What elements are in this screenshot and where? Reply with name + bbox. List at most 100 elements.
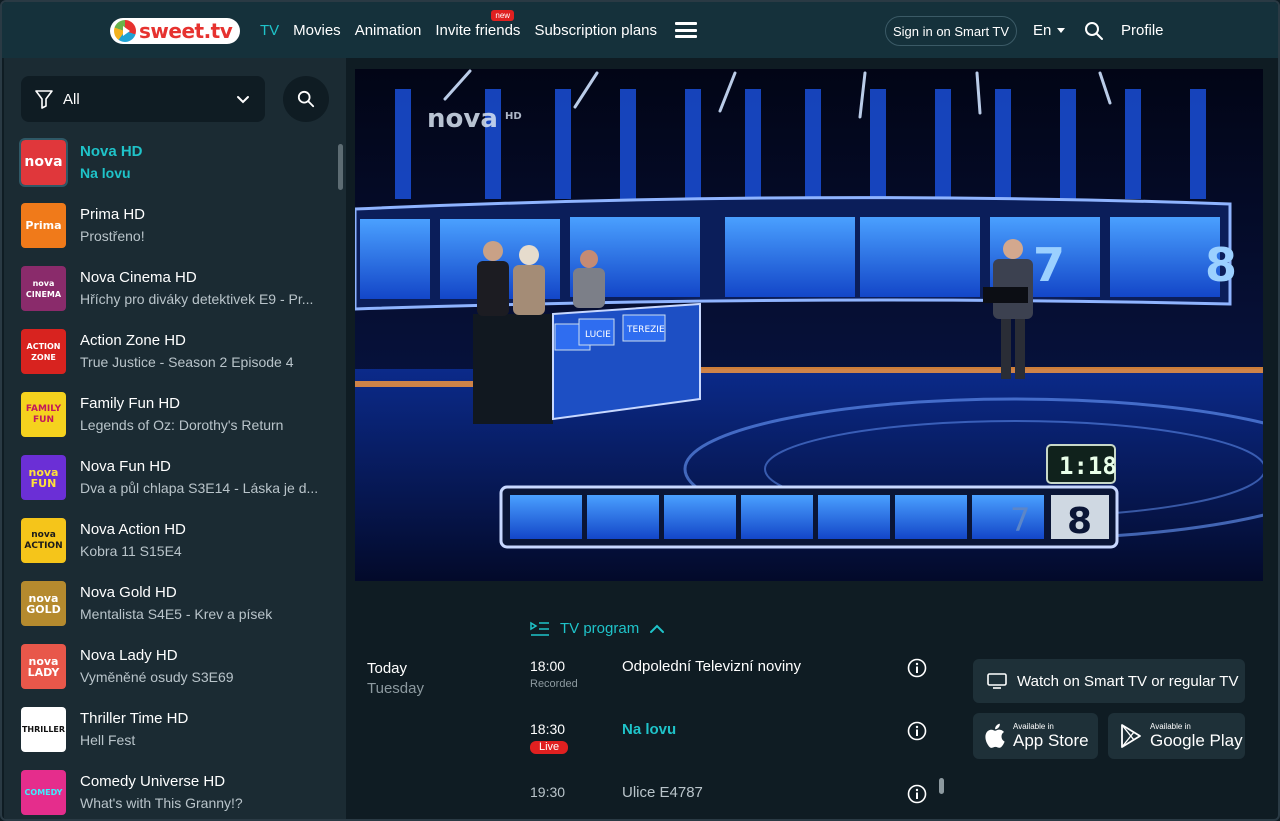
program-row-live[interactable]: 18:30 Live Na lovu [530, 721, 930, 761]
channel-logo-text: ACTION ZONE [26, 341, 61, 362]
channel-item[interactable]: nova CINEMA Nova Cinema HD Hříchy pro di… [4, 262, 346, 325]
language-label: En [1033, 22, 1052, 39]
video-player[interactable]: nova HD 7 8 LUCIE TEREZIE 1:18 7 8 [355, 69, 1263, 581]
channel-name: Prima HD [80, 206, 146, 223]
channel-logo-text: THRILLER [21, 725, 66, 734]
channel-current-show: Hell Fest [80, 732, 136, 748]
nav-animation[interactable]: Animation [355, 22, 422, 39]
search-icon [297, 90, 315, 108]
channel-logo: THRILLER [21, 707, 66, 752]
channel-logo: ACTION ZONE [21, 329, 66, 374]
apple-icon [985, 723, 1005, 748]
channel-logo: nova LADY [21, 644, 66, 689]
channel-logo: nova FUN [21, 455, 66, 500]
day-label: Today [367, 660, 408, 677]
watch-on-smart-tv-button[interactable]: Watch on Smart TV or regular TV [973, 659, 1245, 703]
bar-score-7: 7 [1010, 501, 1030, 539]
program-scrollbar[interactable] [939, 778, 944, 794]
channel-logo-text: COMEDY [24, 788, 63, 797]
channel-name: Nova Fun HD [80, 458, 171, 475]
logo-text: sweet.tv [139, 19, 233, 43]
channel-logo: nova GOLD [21, 581, 66, 626]
sign-in-smart-tv-button[interactable]: Sign in on Smart TV [885, 16, 1017, 46]
channel-logo: nova CINEMA [21, 266, 66, 311]
channel-sidebar: All nova Nova HD Na lovu Prima Prima HD … [4, 58, 346, 819]
weekday-label: Tuesday [367, 680, 424, 697]
app-store-label: App Store [1013, 731, 1089, 750]
channel-logo-text: nova GOLD [26, 591, 61, 616]
channel-name: Nova Action HD [80, 521, 186, 538]
channel-search-button[interactable] [283, 76, 329, 122]
channel-item[interactable]: nova Nova HD Na lovu [4, 136, 346, 199]
nav-tv[interactable]: TV [260, 22, 279, 39]
channel-logo-text: nova FUN [28, 465, 59, 490]
program-time: 19:30 [530, 784, 566, 800]
channel-item[interactable]: FAMILY FUN Family Fun HD Legends of Oz: … [4, 388, 346, 451]
channel-current-show: Vyměněné osudy S3E69 [80, 669, 234, 685]
channel-item[interactable]: ACTION ZONE Action Zone HD True Justice … [4, 325, 346, 388]
channel-filter-dropdown[interactable]: All [21, 76, 265, 122]
sweet-tv-logo[interactable]: sweet.tv [110, 18, 240, 44]
menu-icon[interactable] [675, 22, 698, 38]
sidebar-scrollbar[interactable] [338, 144, 343, 190]
channel-logo-text: Prima [25, 219, 62, 232]
program-title: Ulice E4787 [622, 784, 703, 801]
channel-name: Nova Cinema HD [80, 269, 197, 286]
channel-name: Action Zone HD [80, 332, 186, 349]
filter-label: All [63, 90, 80, 108]
channel-current-show: Kobra 11 S15E4 [80, 543, 182, 559]
google-play-button[interactable]: Available in Google Play [1108, 713, 1245, 759]
channel-current-show: Dva a půl chlapa S3E14 - Láska je d... [80, 480, 319, 496]
channel-item[interactable]: COMEDY Comedy Universe HD What's with Th… [4, 766, 346, 819]
channel-item[interactable]: Prima Prima HD Prostřeno! [4, 199, 346, 262]
channel-item[interactable]: nova LADY Nova Lady HD Vyměněné osudy S3… [4, 640, 346, 703]
timer-readout: 1:18 [1059, 452, 1117, 480]
program-title: Odpolední Televizní noviny [622, 658, 802, 675]
info-icon[interactable] [907, 784, 927, 804]
program-status: Recorded [530, 678, 578, 690]
main-nav: TV Movies Animation Invite friends new S… [260, 2, 698, 58]
channel-logo-text: nova [24, 154, 63, 170]
search-icon[interactable] [1084, 21, 1104, 41]
tv-program-toggle[interactable]: TV program [530, 620, 665, 637]
nav-movies[interactable]: Movies [293, 22, 341, 39]
channel-current-show: Prostřeno! [80, 228, 145, 244]
hd-watermark: HD [505, 111, 522, 122]
bar-score-8: 8 [1067, 501, 1092, 542]
google-play-label: Google Play [1150, 731, 1243, 750]
profile-link[interactable]: Profile [1121, 22, 1164, 39]
channel-item[interactable]: nova FUN Nova Fun HD Dva a půl chlapa S3… [4, 451, 346, 514]
live-badge: Live [530, 741, 569, 754]
nav-invite-label: Invite friends [435, 21, 521, 39]
screen-score-8: 8 [1205, 238, 1237, 292]
filter-icon [35, 90, 53, 109]
channel-logo: Prima [21, 203, 66, 248]
program-row[interactable]: 18:00 Recorded Odpolední Televizní novin… [530, 658, 930, 698]
tv-icon [987, 673, 1007, 689]
channel-current-show: Mentalista S4E5 - Krev a písek [80, 606, 273, 622]
watch-label: Watch on Smart TV or regular TV [1017, 672, 1239, 690]
nav-subscription-plans[interactable]: Subscription plans [534, 22, 657, 39]
program-list-icon [530, 621, 549, 636]
app-window: sweet.tv TV Movies Animation Invite frie… [0, 0, 1280, 821]
channel-item[interactable]: nova GOLD Nova Gold HD Mentalista S4E5 -… [4, 577, 346, 640]
channel-item[interactable]: THRILLER Thriller Time HD Hell Fest [4, 703, 346, 766]
program-day: Today Tuesday [367, 660, 424, 697]
info-icon[interactable] [907, 721, 927, 741]
channel-name: Family Fun HD [80, 395, 181, 412]
channel-current-show: What's with This Granny!? [80, 795, 243, 811]
program-row[interactable]: 19:30 Ulice E4787 [530, 784, 930, 819]
nav-invite-friends[interactable]: Invite friends new [435, 9, 521, 39]
language-select[interactable]: En [1033, 22, 1066, 39]
channel-logo-text: nova ACTION [24, 529, 63, 551]
play-logo-icon [114, 20, 136, 42]
info-icon[interactable] [907, 658, 927, 678]
channel-logo-text: nova LADY [27, 654, 60, 679]
channel-logo-text: FAMILY FUN [25, 403, 62, 425]
channel-logo: nova [19, 138, 68, 187]
screen-score-7: 7 [1033, 238, 1065, 292]
channel-item[interactable]: nova ACTION Nova Action HD Kobra 11 S15E… [4, 514, 346, 577]
new-badge: new [491, 9, 515, 21]
caret-down-icon [1057, 28, 1066, 33]
app-store-button[interactable]: Available in App Store [973, 713, 1098, 759]
